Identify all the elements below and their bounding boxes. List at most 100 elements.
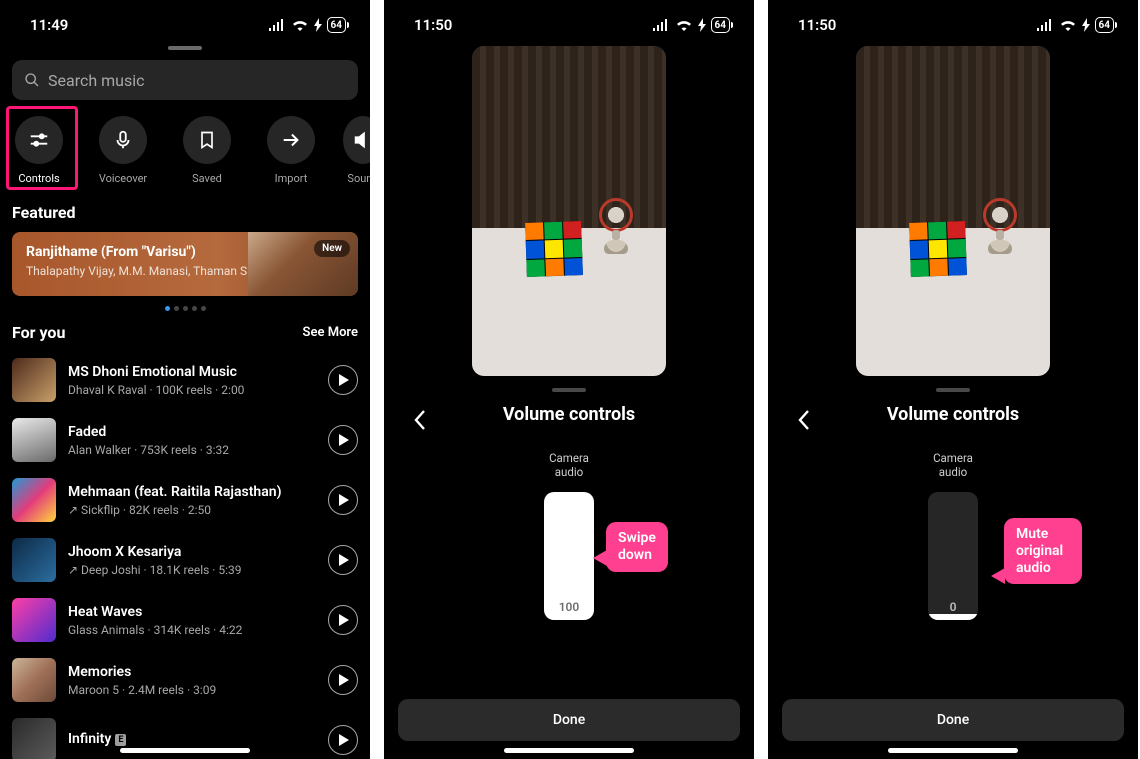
play-button[interactable] [328, 365, 358, 395]
volume-sheet: Volume controls Cameraaudio 100 Done [384, 376, 754, 759]
sheet-title: Volume controls [503, 404, 635, 425]
wifi-icon [291, 19, 309, 31]
battery-indicator: 64 [711, 17, 730, 33]
status-bar: 11:50 64 [768, 0, 1138, 40]
play-button[interactable] [328, 605, 358, 635]
play-button[interactable] [328, 545, 358, 575]
slider-value: 100 [544, 600, 594, 614]
tool-import[interactable]: Import [262, 116, 320, 185]
preview-object-bell [598, 194, 634, 250]
track-row[interactable]: Memories Maroon 5 · 2.4M reels · 3:09 [12, 650, 358, 710]
tool-voiceover[interactable]: Voiceover [94, 116, 152, 185]
chevron-left-icon [797, 409, 811, 431]
track-cover [12, 598, 56, 642]
track-row[interactable]: Mehmaan (feat. Raitila Rajasthan) ↗ Sickf… [12, 470, 358, 530]
status-indicators: 64 [268, 17, 346, 33]
signal-icon [652, 19, 670, 31]
screen-volume-controls-full: 11:50 64 Volume controls Cameraaudio [384, 0, 754, 759]
status-indicators: 64 [652, 17, 730, 33]
track-title: InfinityE [68, 731, 316, 747]
screen-volume-controls-muted: 11:50 64 Volume controls Cameraaudio [768, 0, 1138, 759]
track-title: Faded [68, 424, 316, 440]
track-list: MS Dhoni Emotional MusicDhaval K Raval ·… [0, 350, 370, 759]
home-indicator[interactable] [120, 748, 250, 753]
featured-card[interactable]: Ranjithame (From "Varisu") Thalapathy Vi… [12, 232, 358, 296]
sliders-icon [28, 129, 50, 151]
track-title: Jhoom X Kesariya [68, 544, 316, 560]
track-title: Mehmaan (feat. Raitila Rajasthan) [68, 484, 316, 500]
track-title: Memories [68, 664, 316, 680]
play-button[interactable] [328, 485, 358, 515]
status-bar: 11:50 64 [384, 0, 754, 40]
play-button[interactable] [328, 425, 358, 455]
lightning-icon [314, 18, 322, 32]
done-button[interactable]: Done [782, 699, 1124, 741]
back-button[interactable] [788, 404, 820, 436]
status-time: 11:50 [414, 16, 452, 34]
track-title: Heat Waves [68, 604, 316, 620]
signal-icon [268, 19, 286, 31]
track-cover [12, 538, 56, 582]
featured-subtitle: Thalapathy Vijay, M.M. Manasi, Thaman S [26, 264, 270, 278]
camera-audio-slider[interactable]: 0 [928, 492, 978, 620]
annotation-swipe-down: Swipe down [606, 522, 668, 572]
preview-object-cube [525, 221, 583, 277]
sheet-grab-handle[interactable] [168, 46, 202, 50]
speaker-icon [352, 129, 370, 151]
preview-object-bell [982, 194, 1018, 250]
track-row[interactable]: MS Dhoni Emotional MusicDhaval K Raval ·… [12, 350, 358, 410]
track-cover [12, 478, 56, 522]
play-icon [339, 554, 349, 566]
featured-title: Ranjithame (From "Varisu") [26, 244, 270, 260]
chevron-left-icon [413, 409, 427, 431]
track-subtitle: Glass Animals · 314K reels · 4:22 [68, 623, 316, 637]
play-button[interactable] [328, 725, 358, 755]
done-button[interactable]: Done [398, 699, 740, 741]
track-subtitle: ↗ Deep Joshi · 18.1K reels · 5:39 [68, 563, 316, 577]
track-row[interactable]: Jhoom X Kesariya ↗ Deep Joshi · 18.1K ree… [12, 530, 358, 590]
track-row[interactable]: Heat Waves Glass Animals · 314K reels · 4… [12, 590, 358, 650]
play-icon [339, 494, 349, 506]
track-subtitle: ↗ Sickflip · 82K reels · 2:50 [68, 503, 316, 517]
tool-saved[interactable]: Saved [178, 116, 236, 185]
track-subtitle: Maroon 5 · 2.4M reels · 3:09 [68, 683, 316, 697]
tool-sound[interactable]: Sound [346, 116, 370, 185]
bookmark-icon [197, 129, 217, 151]
track-cover [12, 718, 56, 759]
search-placeholder: Search music [48, 71, 145, 90]
lightning-icon [1082, 18, 1090, 32]
new-badge: New [314, 240, 350, 257]
back-button[interactable] [404, 404, 436, 436]
see-more-link[interactable]: See More [303, 325, 358, 340]
track-subtitle: Dhaval K Raval · 100K reels · 2:00 [68, 383, 316, 397]
wifi-icon [1059, 19, 1077, 31]
search-input[interactable]: Search music [12, 60, 358, 100]
section-header-foryou: For you See More [0, 317, 370, 350]
sheet-grab-handle[interactable] [552, 388, 586, 392]
video-preview[interactable] [472, 46, 666, 376]
lightning-icon [698, 18, 706, 32]
annotation-mute-original: Mute original audio [1004, 518, 1082, 584]
home-indicator[interactable] [888, 748, 1018, 753]
camera-audio-slider[interactable]: 100 [544, 492, 594, 620]
explicit-badge: E [115, 734, 126, 746]
slider-value: 0 [928, 600, 978, 614]
play-icon [339, 374, 349, 386]
play-button[interactable] [328, 665, 358, 695]
carousel-dots[interactable] [0, 306, 370, 311]
sheet-grab-handle[interactable] [936, 388, 970, 392]
mic-icon [112, 129, 134, 151]
camera-audio-column: Cameraaudio 100 [398, 425, 740, 620]
signal-icon [1036, 19, 1054, 31]
preview-object-cube [909, 221, 967, 277]
tool-controls[interactable]: Controls [10, 116, 68, 185]
status-time: 11:50 [798, 16, 836, 34]
sheet-title: Volume controls [887, 404, 1019, 425]
status-bar: 11:49 64 [0, 0, 370, 40]
screen-music-picker: 11:49 64 Search music Controls Voiceover [0, 0, 370, 759]
track-row[interactable]: FadedAlan Walker · 753K reels · 3:32 [12, 410, 358, 470]
video-preview[interactable] [856, 46, 1050, 376]
wifi-icon [675, 19, 693, 31]
status-time: 11:49 [30, 16, 68, 34]
home-indicator[interactable] [504, 748, 634, 753]
